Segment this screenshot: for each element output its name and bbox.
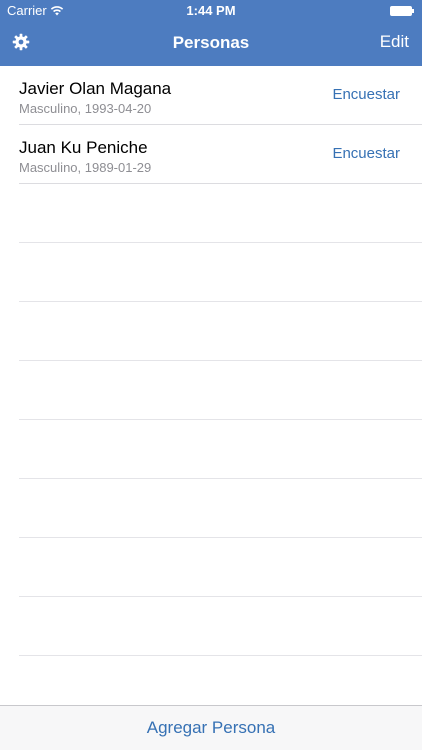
survey-button[interactable]: Encuestar <box>332 145 400 163</box>
status-time: 1:44 PM <box>186 3 236 18</box>
top-bar: Carrier 1:44 PM Personas Edit <box>0 0 422 66</box>
empty-row <box>19 302 422 361</box>
empty-row <box>19 479 422 538</box>
person-detail: Masculino, 1993-04-20 <box>19 101 152 116</box>
empty-row <box>19 184 422 243</box>
person-detail: Masculino, 1989-01-29 <box>19 160 152 175</box>
add-person-button[interactable]: Agregar Persona <box>0 718 422 738</box>
page-title: Personas <box>172 33 250 52</box>
empty-row <box>19 597 422 656</box>
list-item[interactable]: Juan Ku Peniche Masculino, 1989-01-29 En… <box>19 125 422 184</box>
person-name: Juan Ku Peniche <box>19 138 148 157</box>
app-screen: Carrier 1:44 PM Personas Edit Javier Ola… <box>0 0 422 750</box>
list-item[interactable]: Javier Olan Magana Masculino, 1993-04-20… <box>19 66 422 125</box>
status-bar: Carrier 1:44 PM <box>0 0 422 22</box>
people-list: Javier Olan Magana Masculino, 1993-04-20… <box>0 66 422 656</box>
empty-row <box>19 420 422 479</box>
battery-icon <box>390 6 414 16</box>
bottom-toolbar: Agregar Persona <box>0 705 422 750</box>
empty-row <box>19 243 422 302</box>
edit-button[interactable]: Edit <box>380 32 409 52</box>
person-name: Javier Olan Magana <box>19 79 172 98</box>
empty-row <box>19 538 422 597</box>
survey-button[interactable]: Encuestar <box>332 86 400 104</box>
empty-row <box>19 361 422 420</box>
navigation-bar: Personas Edit <box>0 22 422 66</box>
